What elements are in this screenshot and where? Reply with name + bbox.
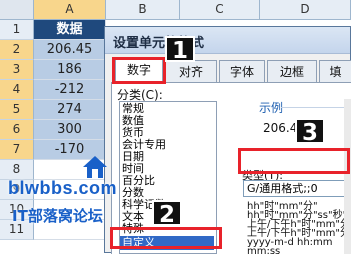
tab-border[interactable]: 边框 [267, 60, 317, 82]
row-header-4[interactable]: 4 [0, 80, 34, 100]
tab-font[interactable]: 字体 [219, 60, 265, 82]
row-header-7[interactable]: 7 [0, 140, 34, 160]
cell-a4[interactable]: -212 [34, 80, 106, 100]
row-header-3[interactable]: 3 [0, 60, 34, 80]
cell-a6[interactable]: 300 [34, 120, 106, 140]
watermark-site-name: IT部落窝论坛 [12, 207, 103, 225]
row-header-5[interactable]: 5 [0, 100, 34, 120]
column-header-c[interactable]: C [180, 0, 260, 20]
row-header-2[interactable]: 2 [0, 40, 34, 60]
column-header-a[interactable]: A [34, 0, 106, 20]
cell-a5[interactable]: 274 [34, 100, 106, 120]
highlight-number-tab [112, 57, 166, 84]
cell-a1[interactable]: 数据 [34, 20, 106, 40]
cell-a3[interactable]: 186 [34, 60, 106, 80]
panel-scrollbar[interactable] [344, 99, 351, 254]
row-header-6[interactable]: 6 [0, 120, 34, 140]
house-logo-icon [83, 156, 107, 178]
step-badge-1: 1 [165, 36, 195, 64]
column-header-b[interactable]: B [106, 0, 180, 20]
format-code-list[interactable]: hh"时"mm"分" hh"时"mm"分"ss"秒" 上午/下午h"时"mm"分… [243, 199, 347, 254]
type-input[interactable]: G/通用格式;;0 [243, 180, 347, 197]
dialog-titlebar[interactable]: 设置单元格格式 [105, 27, 350, 54]
tab-fill[interactable]: 填 [319, 60, 351, 82]
step-badge-2: 2 [152, 200, 182, 228]
row-header-8[interactable]: 8 [0, 160, 34, 180]
column-header-d[interactable]: D [260, 0, 351, 20]
cell-a2[interactable]: 206.45 [34, 40, 106, 60]
highlight-type-input [238, 148, 350, 174]
watermark-url: blwbbs.com [8, 178, 118, 198]
step-badge-3: 3 [295, 118, 325, 146]
select-all-corner[interactable] [0, 0, 34, 20]
sample-divider [281, 107, 347, 108]
highlight-custom-category [110, 227, 222, 249]
sample-label: 示例 [259, 101, 284, 115]
row-header-1[interactable]: 1 [0, 20, 34, 40]
